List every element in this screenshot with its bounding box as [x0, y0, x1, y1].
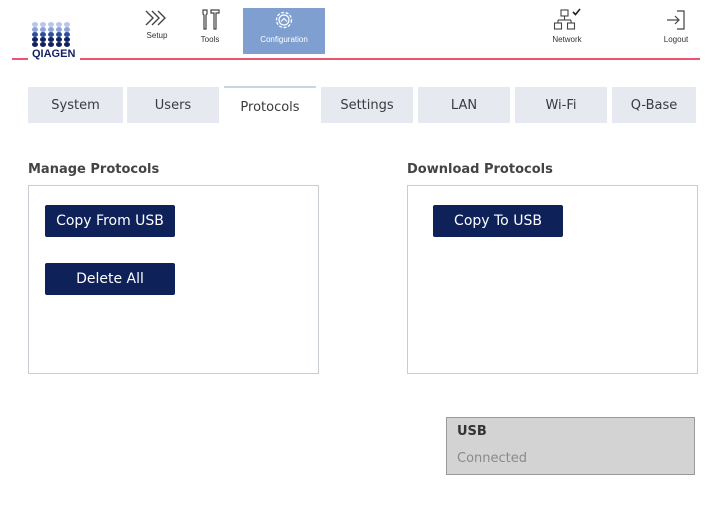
configuration-gear-icon [275, 11, 293, 29]
nav-tools-button[interactable]: Tools [192, 8, 228, 54]
tab-qbase-label: Q-Base [630, 97, 678, 113]
nav-logout-button[interactable]: Logout [658, 8, 694, 54]
manage-protocols-panel: Copy From USB Delete All [28, 185, 319, 374]
copy-to-usb-button[interactable]: Copy To USB [433, 205, 563, 237]
nav-tools-label: Tools [200, 35, 220, 44]
usb-status-text: Connected [457, 451, 528, 466]
tab-settings-label: Settings [340, 97, 394, 113]
logout-icon [667, 10, 685, 30]
nav-logout-label: Logout [663, 35, 689, 44]
manage-protocols-title: Manage Protocols [28, 162, 160, 177]
nav-configuration-label: Configuration [260, 35, 308, 44]
delete-all-button[interactable]: Delete All [45, 263, 175, 295]
logo-dot [64, 42, 70, 47]
nav-network-button[interactable]: Network [545, 8, 589, 54]
tab-lan[interactable]: LAN [418, 87, 510, 123]
top-bar: QIAGEN Setup Tools Configuration Network… [0, 0, 710, 64]
tab-users[interactable]: Users [127, 87, 219, 123]
network-icon [553, 8, 581, 30]
qiagen-logo: QIAGEN [28, 22, 80, 64]
nav-setup-button[interactable]: Setup [138, 8, 176, 54]
logo-text: QIAGEN [32, 48, 76, 60]
tab-protocols[interactable]: Protocols [224, 86, 316, 124]
copy-from-usb-button[interactable]: Copy From USB [45, 205, 175, 237]
nav-configuration-button[interactable]: Configuration [243, 8, 325, 54]
header-accent-line [12, 58, 700, 60]
tab-users-label: Users [154, 97, 192, 113]
tab-system[interactable]: System [28, 87, 123, 123]
download-protocols-title: Download Protocols [407, 162, 553, 177]
tab-wifi[interactable]: Wi-Fi [515, 87, 607, 123]
tab-lan-label: LAN [450, 97, 478, 113]
usb-title: USB [457, 424, 487, 439]
logo-dot [56, 42, 62, 47]
nav-setup-label: Setup [146, 31, 168, 40]
logo-dot [32, 42, 38, 47]
download-protocols-panel: Copy To USB [407, 185, 698, 374]
tab-wifi-label: Wi-Fi [545, 97, 577, 113]
tab-qbase[interactable]: Q-Base [612, 87, 696, 123]
logo-dots [32, 22, 72, 47]
tab-settings[interactable]: Settings [321, 87, 413, 123]
setup-chevrons-icon [145, 10, 166, 26]
tools-icon [202, 9, 220, 30]
logo-dot [40, 42, 46, 47]
usb-status-box: USB Connected [446, 417, 695, 475]
tab-system-label: System [51, 97, 100, 113]
logo-dot [48, 42, 54, 47]
tab-protocols-label: Protocols [240, 100, 300, 115]
nav-network-label: Network [552, 35, 582, 44]
